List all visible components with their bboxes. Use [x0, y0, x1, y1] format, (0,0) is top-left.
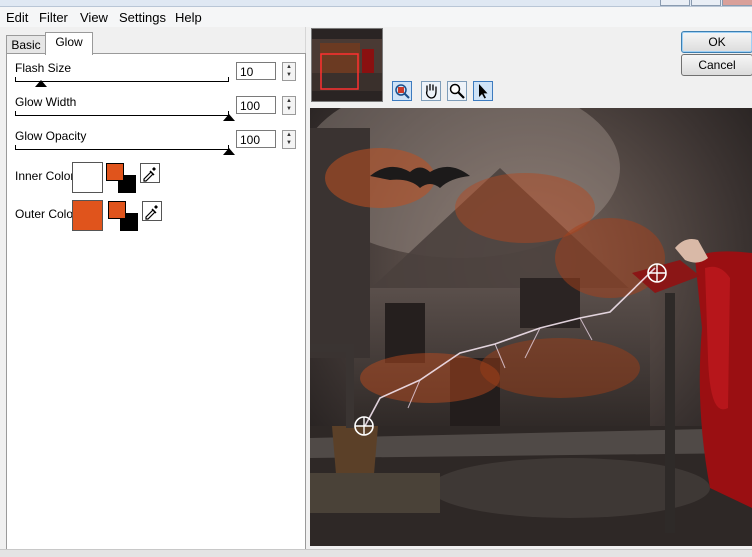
glow-width-spinner[interactable]: ▲ ▼	[282, 96, 296, 115]
cancel-button[interactable]: Cancel	[681, 54, 752, 76]
tab-glow[interactable]: Glow	[45, 32, 93, 55]
slider-tick	[15, 111, 16, 116]
menu-edit[interactable]: Edit	[6, 10, 28, 25]
slider-tick	[15, 77, 16, 82]
glow-opacity-input[interactable]: 100	[236, 130, 276, 148]
pointer-tool-button[interactable]	[473, 81, 493, 101]
glow-width-thumb[interactable]	[223, 114, 235, 121]
glow-width-input[interactable]: 100	[236, 96, 276, 114]
spin-up-icon[interactable]: ▲	[283, 97, 295, 105]
spin-up-icon[interactable]: ▲	[283, 63, 295, 71]
hand-icon	[425, 83, 437, 99]
maximize-button[interactable]	[691, 0, 721, 6]
glow-width-slider[interactable]	[15, 115, 229, 116]
glow-opacity-slider[interactable]	[15, 149, 229, 150]
spin-down-icon[interactable]: ▼	[283, 139, 295, 147]
outer-foreground-color[interactable]	[108, 201, 126, 219]
flash-size-input[interactable]: 10	[236, 62, 276, 80]
eyedropper-icon	[143, 167, 156, 182]
magnifier-icon	[449, 83, 465, 99]
preview-image	[310, 108, 752, 546]
thumbnail-image	[312, 29, 382, 101]
glow-opacity-thumb[interactable]	[223, 148, 235, 155]
spin-down-icon[interactable]: ▼	[283, 105, 295, 113]
navigator-tool-button[interactable]	[392, 81, 412, 101]
inner-foreground-color[interactable]	[106, 163, 124, 181]
pointer-arrow-icon	[479, 84, 488, 99]
menu-bar: Edit Filter View Settings Help	[0, 7, 752, 27]
close-window-button[interactable]	[722, 0, 752, 6]
slider-tick	[15, 145, 16, 150]
flash-size-spinner[interactable]: ▲ ▼	[282, 62, 296, 81]
menu-view[interactable]: View	[80, 10, 108, 25]
menu-help[interactable]: Help	[175, 10, 202, 25]
glow-opacity-spinner[interactable]: ▲ ▼	[282, 130, 296, 149]
outer-color-label: Outer Color	[15, 207, 78, 221]
zoom-tool-button[interactable]	[447, 81, 467, 101]
glow-tab-content	[6, 53, 306, 551]
title-bar	[0, 0, 752, 7]
menu-settings[interactable]: Settings	[119, 10, 166, 25]
slider-tick	[228, 77, 229, 82]
spin-down-icon[interactable]: ▼	[283, 71, 295, 79]
navigator-icon	[395, 84, 410, 99]
eyedropper-icon	[145, 205, 158, 220]
glow-width-label: Glow Width	[15, 95, 77, 109]
flash-size-thumb[interactable]	[35, 80, 47, 87]
ok-button[interactable]: OK	[681, 31, 752, 53]
navigator-thumbnail[interactable]	[311, 28, 383, 102]
glow-opacity-label: Glow Opacity	[15, 129, 87, 143]
menu-filter[interactable]: Filter	[39, 10, 68, 25]
hand-tool-button[interactable]	[421, 81, 441, 101]
inner-eyedropper-button[interactable]	[140, 163, 160, 183]
inner-color-label: Inner Color	[15, 169, 75, 183]
flash-size-label: Flash Size	[15, 61, 72, 75]
outer-color-swatch[interactable]	[72, 200, 103, 231]
spin-up-icon[interactable]: ▲	[283, 131, 295, 139]
outer-eyedropper-button[interactable]	[142, 201, 162, 221]
inner-color-swatch[interactable]	[72, 162, 103, 193]
tab-basic[interactable]: Basic	[6, 35, 46, 55]
minimize-button[interactable]	[660, 0, 690, 6]
preview-canvas[interactable]	[310, 108, 752, 546]
flash-start-handle[interactable]	[355, 417, 373, 435]
flash-end-handle[interactable]	[648, 264, 666, 282]
flash-size-slider[interactable]	[15, 81, 229, 82]
